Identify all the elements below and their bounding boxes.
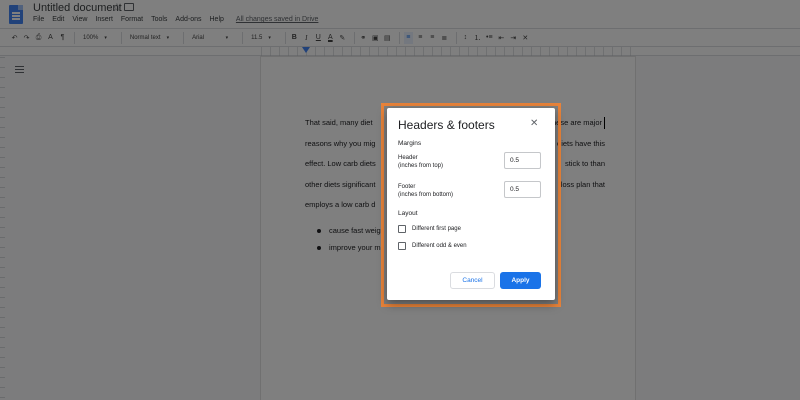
dialog-title: Headers & footers xyxy=(398,118,495,132)
header-label: Header (inches from top) xyxy=(398,154,443,170)
close-icon[interactable]: ✕ xyxy=(530,118,538,129)
headers-footers-dialog: Headers & footers ✕ Margins Header (inch… xyxy=(387,108,555,300)
header-label-hint: (inches from top) xyxy=(398,163,444,169)
footer-label-hint: (inches from bottom) xyxy=(398,192,454,198)
margins-heading: Margins xyxy=(398,140,422,147)
different-first-page-option[interactable]: Different first page xyxy=(398,225,461,233)
different-first-page-label: Different first page xyxy=(412,226,461,232)
apply-button[interactable]: Apply xyxy=(500,272,541,289)
checkbox[interactable] xyxy=(398,242,406,250)
different-odd-even-option[interactable]: Different odd & even xyxy=(398,242,467,250)
checkbox[interactable] xyxy=(398,225,406,233)
different-odd-even-label: Different odd & even xyxy=(412,243,467,249)
header-label-title: Header xyxy=(398,155,418,161)
layout-heading: Layout xyxy=(398,210,418,217)
footer-label-title: Footer xyxy=(398,184,416,190)
cancel-button[interactable]: Cancel xyxy=(450,272,495,289)
footer-margin-input[interactable]: 0.5 xyxy=(504,181,541,198)
header-margin-input[interactable]: 0.5 xyxy=(504,152,541,169)
footer-label: Footer (inches from bottom) xyxy=(398,183,453,199)
